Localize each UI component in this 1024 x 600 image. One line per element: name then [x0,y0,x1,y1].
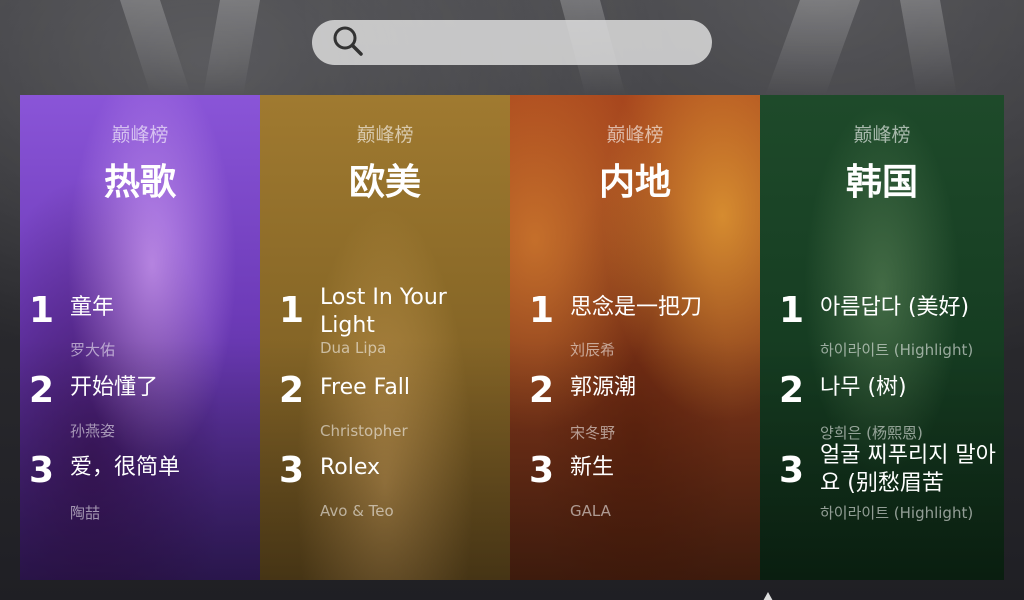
song-title: 郭源潮 [570,375,637,400]
rank-number: 2 [29,370,55,411]
chart-card-hot[interactable]: 巅峰榜 热歌 1 童年 罗大佑 2 开始懂了 孙燕姿 3 爱，很简单 陶喆 [20,95,260,580]
song-title: 童年 [70,295,115,320]
song-title: Free Fall [320,375,411,400]
song-title: 开始懂了 [70,375,159,400]
card-title: 欧美 [348,162,421,203]
artist-name: 刘辰希 [570,341,616,359]
stage-light [120,0,191,95]
card-subtitle: 巅峰榜 [111,124,169,146]
song-title: 얼굴 찌푸리지 말아요 (别愁眉苦 [820,443,996,496]
song-title: 思念是一把刀 [570,295,703,320]
song-title: Rolex [320,455,381,480]
rank-number: 1 [29,290,55,331]
artist-name: Christopher [320,422,408,440]
card-title: 热歌 [103,162,176,203]
rank-number: 2 [279,370,305,411]
artist-name: 孙燕姿 [70,422,116,440]
stage-light [765,0,860,95]
chart-card-korea[interactable]: 巅峰榜 韩国 1 아름답다 (美好) 하이라이트 (Highlight) 2 나… [760,95,1004,580]
song-title: 나무 (树) [820,375,907,400]
chart-card-mainland[interactable]: 巅峰榜 内地 1 思念是一把刀 刘辰希 2 郭源潮 宋冬野 3 新生 GALA [510,95,760,580]
search-input[interactable] [374,20,712,65]
artist-name: 宋冬野 [570,424,616,442]
artist-name: 하이라이트 (Highlight) [820,504,974,522]
artist-name: GALA [570,502,611,520]
search-bar[interactable] [312,20,712,65]
song-title: Lost In Your Light [320,285,447,338]
rank-number: 3 [779,450,805,491]
stage-light [203,0,260,95]
card-title: 韩国 [845,162,918,203]
song-title: 新生 [570,455,615,480]
artist-name: 陶喆 [70,504,101,522]
artist-name: 양희은 (杨熙恩) [820,424,923,442]
rank-number: 1 [779,290,805,331]
artist-name: 罗大佑 [70,341,116,359]
song-title: 爱，很简单 [70,455,181,480]
mouse-cursor [763,592,773,600]
rank-number: 3 [279,450,305,491]
rank-number: 1 [529,290,555,331]
chart-card-western[interactable]: 巅峰榜 欧美 1 Lost In Your Light Dua Lipa 2 F… [260,95,510,580]
rank-number: 3 [29,450,55,491]
stage-light [900,0,957,95]
song-title: 아름답다 (美好) [820,295,970,320]
card-title: 内地 [598,162,671,203]
rank-number: 2 [779,370,805,411]
rank-number: 1 [279,290,305,331]
rank-number: 3 [529,450,555,491]
card-subtitle: 巅峰榜 [853,124,911,146]
chart-cards: 巅峰榜 热歌 1 童年 罗大佑 2 开始懂了 孙燕姿 3 爱，很简单 陶喆 巅峰… [20,95,1004,580]
card-subtitle: 巅峰榜 [356,124,414,146]
search-icon[interactable] [332,25,364,61]
artist-name: Dua Lipa [320,339,387,357]
artist-name: 하이라이트 (Highlight) [820,341,974,359]
rank-number: 2 [529,370,555,411]
card-subtitle: 巅峰榜 [606,124,664,146]
artist-name: Avo & Teo [320,502,394,520]
